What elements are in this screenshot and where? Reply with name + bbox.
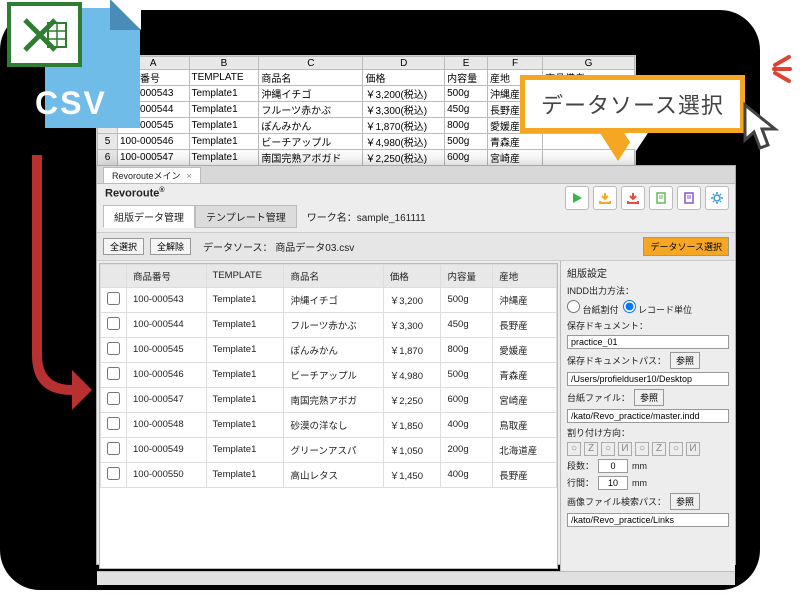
tab-layout-data[interactable]: 組版データ管理	[103, 205, 195, 228]
grid-header[interactable]: 産地	[493, 264, 557, 287]
table-row[interactable]: 100-000548Template1砂漠の洋なし￥1,850400g鳥取産	[101, 412, 557, 437]
window-tabbar: Revorouteメイン ×	[97, 166, 735, 184]
deselect-all-button[interactable]: 全解除	[150, 238, 191, 255]
datasource-label: データソース： 商品データ03.csv	[203, 239, 354, 254]
imgsearch-input[interactable]	[567, 513, 729, 527]
grid-header[interactable]: 価格	[383, 264, 441, 287]
emphasis-ticks-icon	[772, 55, 792, 83]
settings-button[interactable]	[705, 186, 729, 210]
layout-settings-panel: 組版設定 INDD出力方法： 台紙割付 レコード単位 保存ドキュメント： 保存ド…	[560, 261, 735, 571]
browse-imgsearch[interactable]: 参照	[670, 493, 700, 510]
workname: ワーク名：sample_161111	[307, 209, 426, 224]
templatefile-label: 台紙ファイル：	[567, 391, 630, 404]
table-row[interactable]: 100-000544Template1フルーツ赤かぶ￥3,300450g長野産	[101, 312, 557, 337]
window-tab-label: Revorouteメイン	[112, 171, 181, 181]
savedoc-input[interactable]	[567, 335, 729, 349]
table-row[interactable]: 100-000546Template1ビーチアップル￥4,980500g青森産	[101, 362, 557, 387]
doc1-button[interactable]	[649, 186, 673, 210]
data-grid[interactable]: 商品番号TEMPLATE商品名価格内容量産地 100-000543Templat…	[99, 263, 558, 569]
row-checkbox[interactable]	[107, 442, 120, 455]
table-row[interactable]: 100-000545Template1ぽんみかん￥1,870800g愛媛産	[101, 337, 557, 362]
excel-logo	[7, 2, 82, 67]
table-row[interactable]: 100-000543Template1沖縄イチゴ￥3,200500g沖縄産	[101, 287, 557, 312]
templatefile-input[interactable]	[567, 409, 729, 423]
import-button[interactable]	[593, 186, 617, 210]
flow-arrow-icon	[22, 155, 92, 415]
row-checkbox[interactable]	[107, 342, 120, 355]
paste-dir-label: 割り付け方向：	[567, 426, 630, 439]
grid-header[interactable]: 商品番号	[127, 264, 207, 287]
browse-templatefile[interactable]: 参照	[634, 389, 664, 406]
radio-record-unit[interactable]: レコード単位	[623, 300, 693, 316]
row-checkbox[interactable]	[107, 417, 120, 430]
table-row[interactable]: 100-000550Template1高山レタス￥1,450400g長野産	[101, 462, 557, 487]
savedocpath-label: 保存ドキュメントパス：	[567, 354, 666, 367]
row-checkbox[interactable]	[107, 392, 120, 405]
direction-shapes[interactable]: ○Z○И○Z○И	[567, 442, 729, 456]
indd-output-label: INDD出力方法：	[567, 284, 634, 297]
rows-input[interactable]	[598, 476, 628, 490]
revoroute-window: Revorouteメイン× Revoroute® 組版データ管理 テンプレート管…	[96, 165, 736, 565]
grid-header[interactable]: 商品名	[284, 264, 383, 287]
table-row[interactable]: 100-000547Template1南国完熟アボガ￥2,250600g宮崎産	[101, 387, 557, 412]
datasource-select-button[interactable]: データソース選択	[643, 237, 729, 256]
table-row[interactable]: 100-000549Template1グリーンアスパ￥1,050200g北海道産	[101, 437, 557, 462]
savedoc-label: 保存ドキュメント：	[567, 319, 648, 332]
csv-file-icon: CSV	[5, 0, 140, 155]
select-all-button[interactable]: 全選択	[103, 238, 144, 255]
cols-label: 段数：	[567, 459, 594, 472]
tab-template-mgmt[interactable]: テンプレート管理	[195, 205, 297, 228]
row-checkbox[interactable]	[107, 467, 120, 480]
radio-template-layout[interactable]: 台紙割付	[567, 300, 619, 316]
row-checkbox[interactable]	[107, 292, 120, 305]
imgsearch-label: 画像ファイル検索パス：	[567, 495, 666, 508]
window-tab[interactable]: Revorouteメイン ×	[103, 167, 201, 183]
subtoolbar: 全選択 全解除 データソース： 商品データ03.csv データソース選択	[97, 232, 735, 261]
grid-header[interactable]: 内容量	[441, 264, 493, 287]
run-button[interactable]	[565, 186, 589, 210]
callout: データソース選択	[520, 75, 745, 161]
toolbar	[565, 186, 729, 210]
savedocpath-input[interactable]	[567, 372, 729, 386]
panel-title: 組版設定	[567, 265, 729, 280]
row-checkbox[interactable]	[107, 317, 120, 330]
row-checkbox[interactable]	[107, 367, 120, 380]
cursor-icon	[740, 100, 790, 160]
browse-savedocpath[interactable]: 参照	[670, 352, 700, 369]
doc2-button[interactable]	[677, 186, 701, 210]
rows-label: 行間：	[567, 476, 594, 489]
status-bar	[97, 571, 735, 585]
cols-input[interactable]	[598, 459, 628, 473]
grid-header[interactable]: TEMPLATE	[206, 264, 284, 287]
export-button[interactable]	[621, 186, 645, 210]
callout-text: データソース選択	[520, 75, 745, 133]
close-tab-icon[interactable]: ×	[187, 171, 192, 181]
csv-label: CSV	[35, 85, 107, 122]
